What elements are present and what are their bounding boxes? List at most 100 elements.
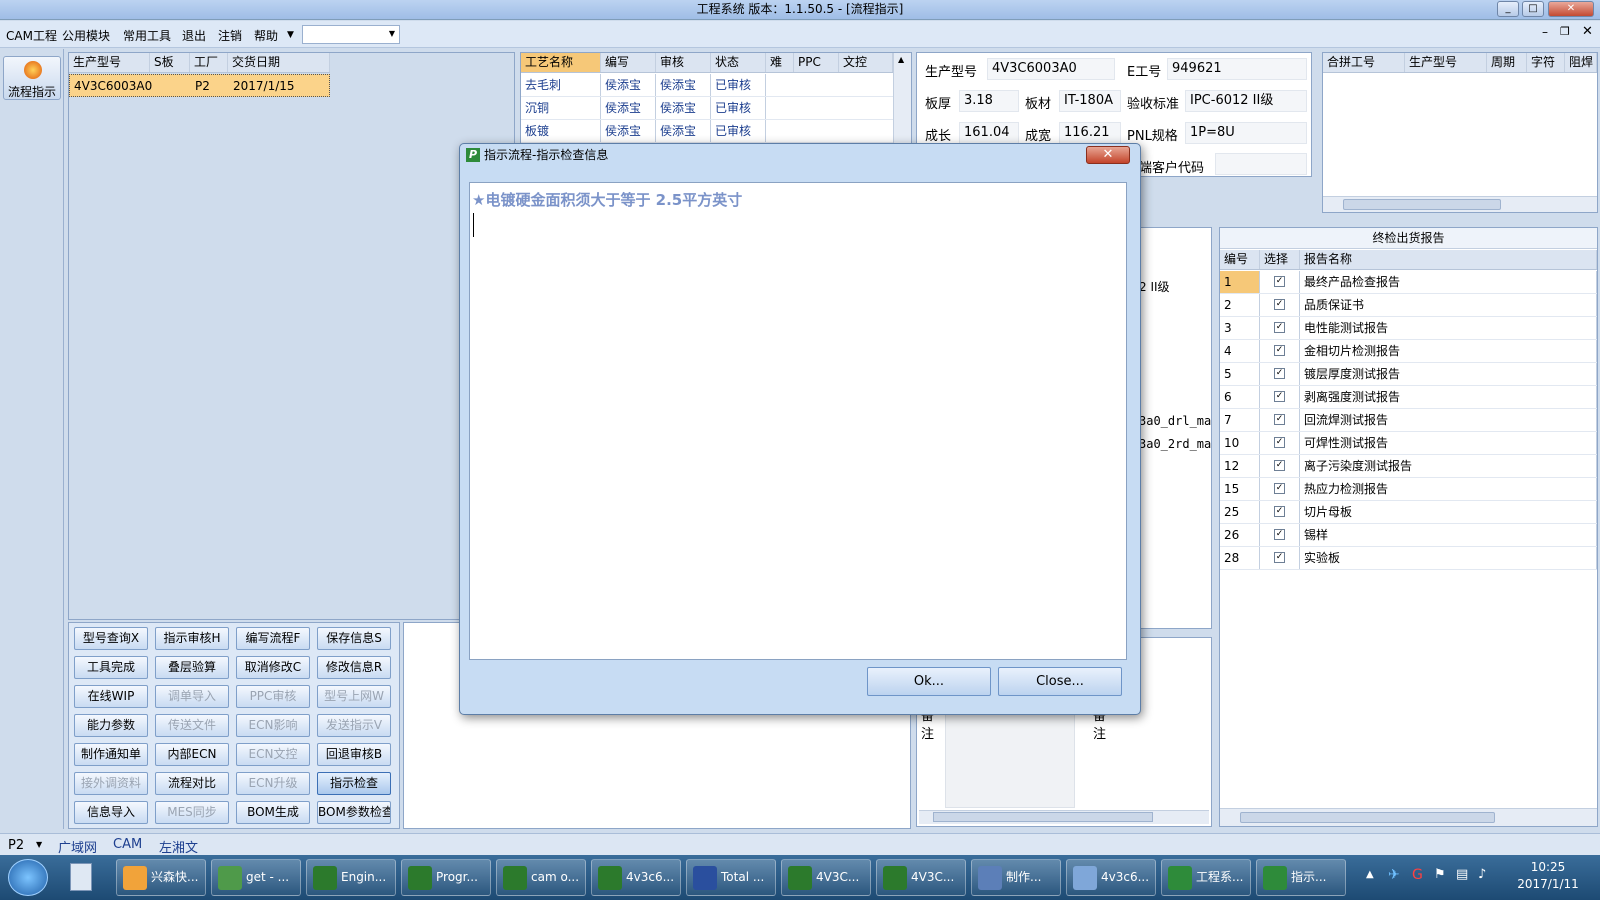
cmd-button-5-2[interactable]: ECN升级	[236, 772, 310, 795]
cmd-button-5-1[interactable]: 流程对比	[155, 772, 229, 795]
col-doc-control[interactable]: 文控	[839, 53, 893, 72]
col-sboard[interactable]: S板	[150, 53, 190, 72]
col-report-no[interactable]: 编号	[1220, 250, 1260, 269]
report-hscrollbar[interactable]	[1220, 808, 1597, 826]
notes-hscrollbar[interactable]	[919, 810, 1209, 824]
scroll-thumb[interactable]	[1240, 812, 1495, 823]
report-checkbox[interactable]: ✓	[1274, 483, 1285, 494]
scroll-up-icon[interactable]: ▲	[898, 55, 904, 64]
cmd-button-0-0[interactable]: 型号查询X	[74, 627, 148, 650]
pnl-field[interactable]: 1P=8U	[1185, 122, 1307, 144]
model-field[interactable]: 4V3C6003A0	[987, 58, 1115, 80]
note-textarea-1[interactable]	[945, 708, 1075, 808]
taskbar-item[interactable]: 4V3C...	[876, 859, 966, 896]
cmd-button-1-2[interactable]: 取消修改C	[236, 656, 310, 679]
status-factory[interactable]: P2	[8, 838, 24, 853]
help-dropdown-icon[interactable]: ▼	[287, 30, 294, 40]
menu-logout[interactable]: 注销	[218, 27, 242, 44]
width-field[interactable]: 116.21	[1059, 122, 1121, 144]
eno-field[interactable]: 949621	[1167, 58, 1307, 80]
merge-hscrollbar[interactable]	[1323, 196, 1597, 212]
mdi-minimize-icon[interactable]: –	[1542, 25, 1548, 39]
dialog-titlebar[interactable]: P 指示流程-指示检查信息	[460, 144, 1140, 168]
cmd-button-6-2[interactable]: BOM生成	[236, 801, 310, 824]
report-checkbox[interactable]: ✓	[1274, 506, 1285, 517]
cmd-button-0-1[interactable]: 指示审核H	[155, 627, 229, 650]
table-row[interactable]: 1 ✓ 最终产品检查报告	[1220, 271, 1597, 294]
dialog-message-area[interactable]: ★电镀硬金面积须大于等于 2.5平方英寸	[469, 182, 1127, 660]
cmd-button-1-1[interactable]: 叠层验算	[155, 656, 229, 679]
col-cycle[interactable]: 周期	[1487, 53, 1527, 72]
col-report-select[interactable]: 选择	[1260, 250, 1300, 269]
taskbar-item[interactable]: 兴森快...	[116, 859, 206, 896]
cmd-button-1-0[interactable]: 工具完成	[74, 656, 148, 679]
menu-help[interactable]: 帮助	[254, 27, 278, 44]
standard-field[interactable]: IPC-6012 II级	[1185, 90, 1307, 112]
cmd-button-3-1[interactable]: 传送文件	[155, 714, 229, 737]
col-reviewer[interactable]: 审核	[656, 53, 711, 72]
taskbar-item[interactable]: 制作...	[971, 859, 1061, 896]
toolbar-combobox[interactable]: ▼	[302, 25, 400, 44]
tray-antivirus-icon[interactable]: G	[1412, 867, 1423, 883]
col-char[interactable]: 字符	[1527, 53, 1565, 72]
maximize-button[interactable]: □	[1522, 1, 1544, 17]
start-button[interactable]	[8, 859, 48, 896]
taskbar-item[interactable]: 4v3c6...	[591, 859, 681, 896]
calculator-icon[interactable]	[70, 863, 92, 891]
taskbar-item[interactable]: 4v3c6...	[1066, 859, 1156, 896]
taskbar-item[interactable]: Engin...	[306, 859, 396, 896]
cmd-button-2-2[interactable]: PPC审核	[236, 685, 310, 708]
process-scrollbar[interactable]: ▲	[893, 53, 911, 143]
report-checkbox[interactable]: ✓	[1274, 437, 1285, 448]
table-row[interactable]: 6 ✓ 剥离强度测试报告	[1220, 386, 1597, 409]
report-checkbox[interactable]: ✓	[1274, 529, 1285, 540]
cmd-button-2-3[interactable]: 型号上网W	[317, 685, 391, 708]
report-checkbox[interactable]: ✓	[1274, 322, 1285, 333]
cmd-button-5-3[interactable]: 指示检查	[317, 772, 391, 795]
cmd-button-4-1[interactable]: 内部ECN	[155, 743, 229, 766]
col-solder-mask[interactable]: 阻焊	[1565, 53, 1597, 72]
col-process-name[interactable]: 工艺名称	[521, 53, 601, 72]
report-checkbox[interactable]: ✓	[1274, 391, 1285, 402]
tray-network-icon[interactable]: ▤	[1456, 867, 1468, 882]
cmd-button-4-2[interactable]: ECN文控	[236, 743, 310, 766]
taskbar-item[interactable]: get - ...	[211, 859, 301, 896]
table-row[interactable]: 26 ✓ 锡样	[1220, 524, 1597, 547]
col-factory[interactable]: 工厂	[190, 53, 228, 72]
taskbar-item[interactable]: Total ...	[686, 859, 776, 896]
col-model[interactable]: 生产型号	[69, 53, 150, 72]
col-merge-no[interactable]: 合拼工号	[1323, 53, 1405, 72]
material-field[interactable]: IT-180A	[1059, 90, 1121, 112]
table-row[interactable]: 3 ✓ 电性能测试报告	[1220, 317, 1597, 340]
col-ppc[interactable]: PPC	[794, 53, 839, 72]
cmd-button-5-0[interactable]: 接外调资料	[74, 772, 148, 795]
ok-button[interactable]: Ok...	[867, 667, 991, 696]
cmd-button-4-0[interactable]: 制作通知单	[74, 743, 148, 766]
process-indicator-button[interactable]: 流程指示	[3, 56, 61, 100]
cmd-button-0-3[interactable]: 保存信息S	[317, 627, 391, 650]
table-row[interactable]: 去毛刺 侯添宝 侯添宝 已审核	[521, 74, 893, 97]
cmd-button-3-0[interactable]: 能力参数	[74, 714, 148, 737]
taskbar-item[interactable]: cam o...	[496, 859, 586, 896]
table-row[interactable]: 板镀 侯添宝 侯添宝 已审核	[521, 120, 893, 143]
table-row[interactable]: 25 ✓ 切片母板	[1220, 501, 1597, 524]
table-row[interactable]: 7 ✓ 回流焊测试报告	[1220, 409, 1597, 432]
cmd-button-6-3[interactable]: BOM参数检查	[317, 801, 391, 824]
scroll-thumb[interactable]	[1343, 199, 1501, 210]
taskbar-item[interactable]: 4V3C...	[781, 859, 871, 896]
report-checkbox[interactable]: ✓	[1274, 414, 1285, 425]
tray-flag-icon[interactable]: ⚑	[1434, 867, 1446, 882]
cmd-button-1-3[interactable]: 修改信息R	[317, 656, 391, 679]
cmd-button-6-1[interactable]: MES同步	[155, 801, 229, 824]
clock[interactable]: 10:25 2017/1/11	[1504, 859, 1592, 893]
menu-cam[interactable]: CAM工程	[6, 27, 57, 44]
close-button[interactable]: Close...	[998, 667, 1122, 696]
thickness-field[interactable]: 3.18	[959, 90, 1019, 112]
minimize-button[interactable]: _	[1497, 1, 1519, 17]
menu-tools[interactable]: 常用工具	[123, 27, 171, 44]
taskbar-item[interactable]: Progr...	[401, 859, 491, 896]
dialog-close-button[interactable]: ✕	[1086, 146, 1130, 164]
cmd-button-3-3[interactable]: 发送指示V	[317, 714, 391, 737]
col-delivery-date[interactable]: 交货日期	[228, 53, 330, 72]
length-field[interactable]: 161.04	[959, 122, 1019, 144]
